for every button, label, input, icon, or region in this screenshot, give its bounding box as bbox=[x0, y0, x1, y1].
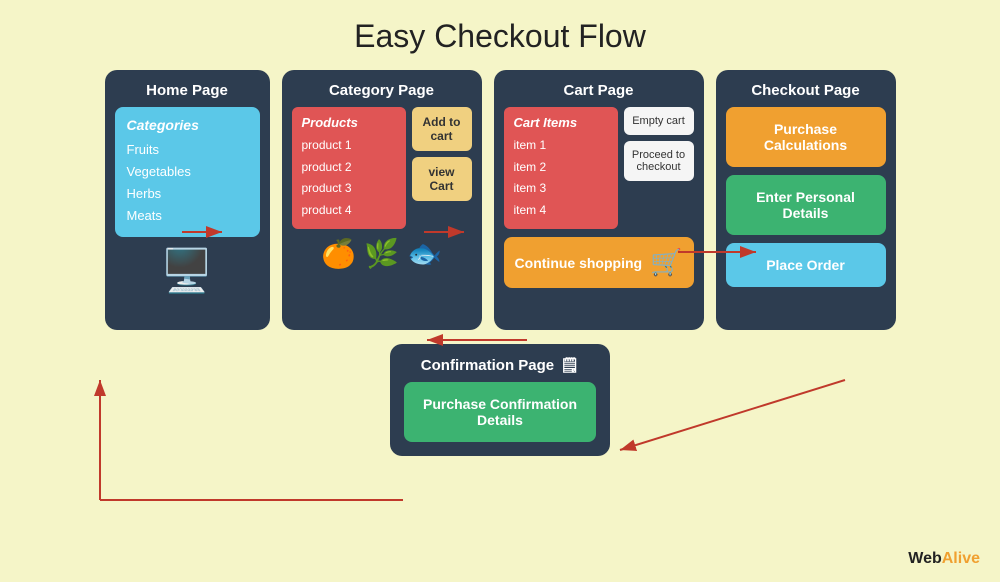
flow-container: Home Page Categories Fruits Vegetables H… bbox=[0, 70, 1000, 330]
continue-shopping-button[interactable]: Continue shopping 🛒 bbox=[504, 237, 694, 288]
herb-emoji: 🌿 bbox=[364, 237, 399, 270]
product-4: product 4 bbox=[302, 200, 396, 222]
confirmation-page-title: Confirmation Page 🗒 bbox=[404, 356, 596, 374]
product-2: product 2 bbox=[302, 157, 396, 179]
cart-inner: Cart Items item 1 item 2 item 3 item 4 E… bbox=[504, 107, 694, 229]
category-buttons: Add to cart view Cart bbox=[412, 107, 472, 229]
category-vegetables: Vegetables bbox=[127, 161, 248, 183]
brand-label: WebAlive bbox=[908, 550, 980, 568]
brand-web: Web bbox=[908, 550, 941, 567]
categories-list: Fruits Vegetables Herbs Meats bbox=[127, 139, 248, 227]
shopping-cart-icon: 🛒 bbox=[650, 247, 682, 278]
view-cart-button[interactable]: view Cart bbox=[412, 157, 472, 201]
purchase-calculations-button[interactable]: Purchase Calculations bbox=[726, 107, 886, 167]
category-meats: Meats bbox=[127, 205, 248, 227]
cart-item-1: item 1 bbox=[514, 135, 608, 157]
cart-item-2: item 2 bbox=[514, 157, 608, 179]
category-fruits: Fruits bbox=[127, 139, 248, 161]
product-3: product 3 bbox=[302, 178, 396, 200]
page-title: Easy Checkout Flow bbox=[0, 0, 1000, 65]
products-box: Products product 1 product 2 product 3 p… bbox=[292, 107, 406, 229]
checkout-page-title: Checkout Page bbox=[726, 82, 886, 99]
cart-item-3: item 3 bbox=[514, 178, 608, 200]
enter-personal-details-button[interactable]: Enter Personal Details bbox=[726, 175, 886, 235]
brand-alive: Alive bbox=[942, 550, 980, 567]
products-section: Products product 1 product 2 product 3 p… bbox=[292, 107, 472, 229]
products-heading: Products bbox=[302, 115, 396, 130]
home-page-card: Home Page Categories Fruits Vegetables H… bbox=[105, 70, 270, 330]
product-1: product 1 bbox=[302, 135, 396, 157]
confirmation-section: Confirmation Page 🗒 Purchase Confirmatio… bbox=[0, 344, 1000, 456]
purchase-confirmation-details-button[interactable]: Purchase Confirmation Details bbox=[404, 382, 596, 442]
computer-icon: 🖥️ bbox=[115, 247, 260, 296]
category-page-card: Category Page Products product 1 product… bbox=[282, 70, 482, 330]
cart-buttons: Empty cart Proceed to checkout bbox=[624, 107, 694, 229]
cart-items-list: item 1 item 2 item 3 item 4 bbox=[514, 135, 608, 221]
empty-cart-button[interactable]: Empty cart bbox=[624, 107, 694, 135]
category-page-title: Category Page bbox=[292, 82, 472, 99]
continue-shopping-label: Continue shopping bbox=[515, 255, 643, 271]
categories-box: Categories Fruits Vegetables Herbs Meats bbox=[115, 107, 260, 237]
confirmation-page-card: Confirmation Page 🗒 Purchase Confirmatio… bbox=[390, 344, 610, 456]
confirmation-icon: 🗒 bbox=[560, 356, 579, 374]
home-page-title: Home Page bbox=[115, 82, 260, 99]
cart-page-card: Cart Page Cart Items item 1 item 2 item … bbox=[494, 70, 704, 330]
fruit-emoji: 🍊 bbox=[321, 237, 356, 270]
products-list: product 1 product 2 product 3 product 4 bbox=[302, 135, 396, 221]
categories-heading: Categories bbox=[127, 117, 248, 133]
product-emojis: 🍊 🌿 🐟 bbox=[292, 237, 472, 270]
cart-item-4: item 4 bbox=[514, 200, 608, 222]
cart-items-heading: Cart Items bbox=[514, 115, 608, 130]
category-herbs: Herbs bbox=[127, 183, 248, 205]
add-to-cart-button[interactable]: Add to cart bbox=[412, 107, 472, 151]
proceed-to-checkout-button[interactable]: Proceed to checkout bbox=[624, 141, 694, 181]
cart-items-box: Cart Items item 1 item 2 item 3 item 4 bbox=[504, 107, 618, 229]
place-order-button[interactable]: Place Order bbox=[726, 243, 886, 287]
confirmation-title-text: Confirmation Page bbox=[421, 357, 554, 374]
checkout-page-card: Checkout Page Purchase Calculations Ente… bbox=[716, 70, 896, 330]
cart-page-title: Cart Page bbox=[504, 82, 694, 99]
fish-emoji: 🐟 bbox=[407, 237, 442, 270]
